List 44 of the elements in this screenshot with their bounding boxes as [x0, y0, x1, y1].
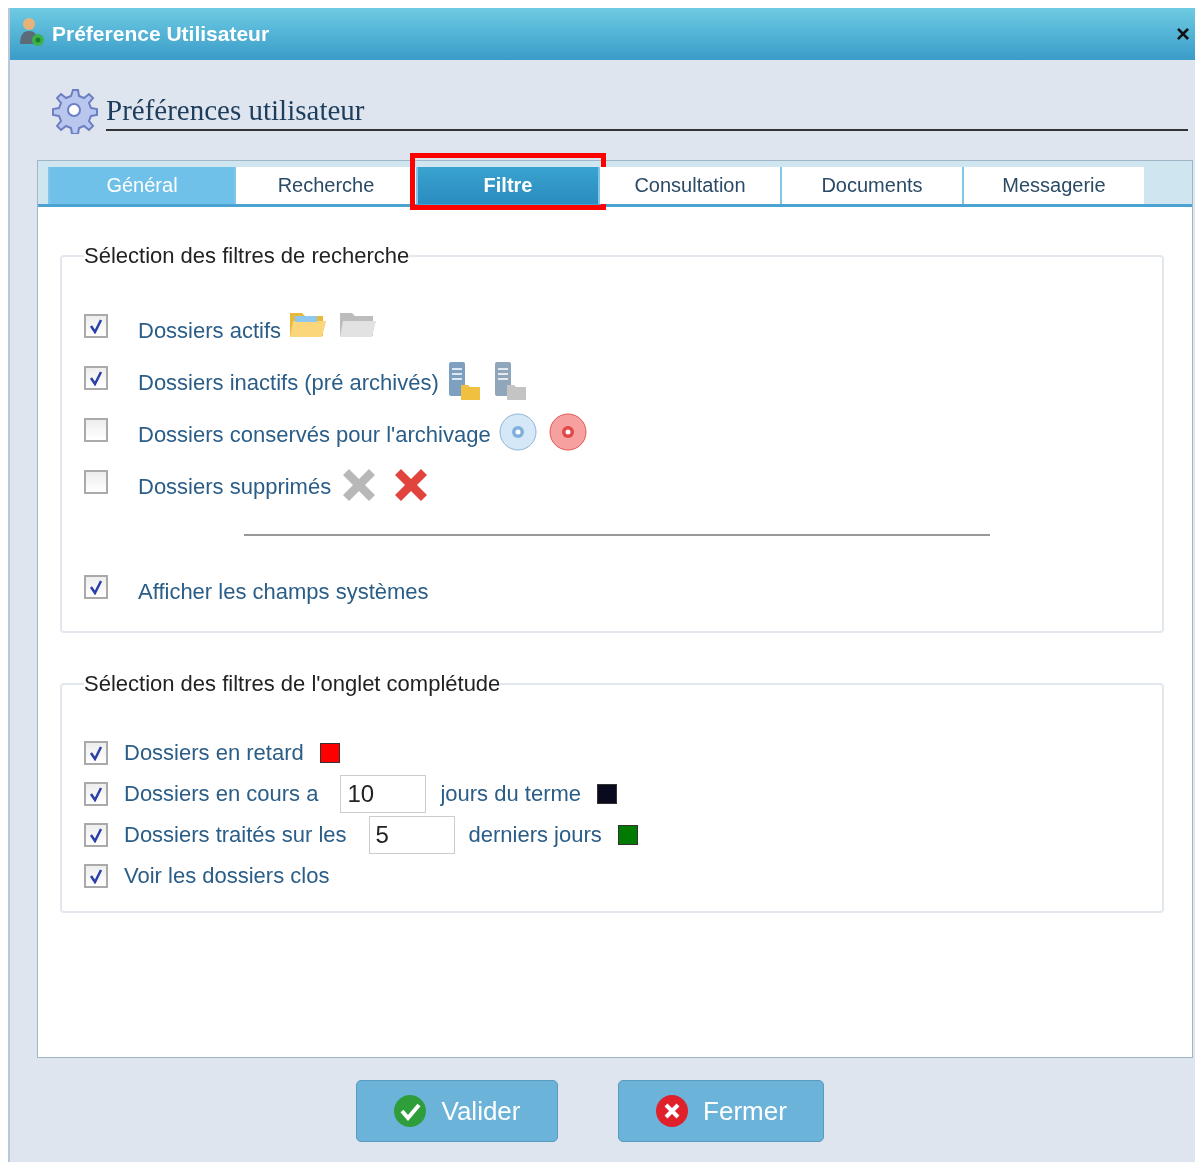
checkbox-label: Dossiers actifs [138, 318, 282, 344]
tab[interactable]: Documents [780, 167, 962, 204]
checkbox[interactable] [84, 314, 108, 338]
checkmark-icon [89, 826, 103, 843]
close-button[interactable]: × [1170, 19, 1195, 49]
checkbox[interactable] [84, 781, 108, 806]
field-suffix: jours du terme [440, 780, 582, 807]
checkmark-icon [89, 318, 103, 334]
page-heading: Préférences utilisateur [106, 93, 1188, 131]
number-field[interactable]: 5 [368, 815, 455, 854]
checkmark-icon [89, 744, 103, 761]
tab[interactable]: Messagerie [962, 167, 1144, 204]
checkbox-label: Afficher les champs systèmes [138, 579, 429, 605]
tab[interactable]: Recherche [234, 167, 416, 204]
check-icon [393, 1094, 428, 1128]
checkbox[interactable] [84, 470, 108, 494]
checkbox-label: Dossiers en cours a [124, 780, 319, 807]
checkmark-icon [89, 579, 103, 595]
checkbox-label: Dossiers inactifs (pré archivés) [138, 370, 439, 396]
field-suffix: derniers jours [468, 821, 602, 848]
checkbox[interactable] [84, 822, 108, 847]
server-folder-icon [492, 361, 527, 401]
number-field[interactable]: 10 [340, 774, 427, 813]
checkmark-icon [89, 867, 103, 884]
checkbox[interactable] [84, 863, 108, 888]
group-title: Sélection des filtres de recherche [84, 243, 410, 269]
disc-icon [498, 413, 537, 451]
checkbox[interactable] [84, 740, 108, 765]
tab[interactable]: Consultation [598, 167, 780, 204]
checkbox-label: Dossiers en retard [124, 739, 304, 766]
close-icon [655, 1094, 690, 1128]
disc-icon [548, 413, 587, 451]
checkbox-label: Dossiers traités sur les [124, 821, 347, 848]
checkbox-label: Voir les dossiers clos [124, 862, 330, 889]
checkbox-label: Dossiers conservés pour l'archivage [138, 422, 491, 448]
checkbox-label: Dossiers supprimés [138, 474, 332, 500]
server-folder-icon [446, 361, 481, 401]
checkbox[interactable] [84, 418, 108, 442]
checkmark-icon [89, 785, 103, 802]
checkmark-icon [89, 370, 103, 386]
window-title: Préference Utilisateur [52, 22, 270, 46]
checkbox[interactable] [84, 366, 108, 390]
group-title: Sélection des filtres de l'onglet complétude [84, 671, 501, 697]
checkbox[interactable] [84, 575, 108, 599]
